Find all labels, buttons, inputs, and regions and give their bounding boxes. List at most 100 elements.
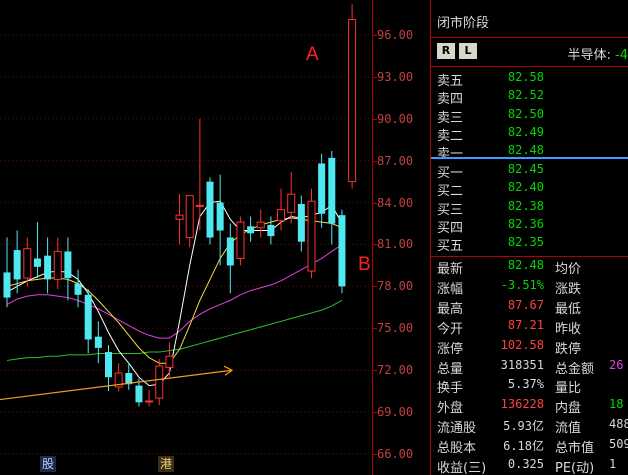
candle xyxy=(185,195,194,248)
order-book-row[interactable]: 卖五 82.58 xyxy=(431,70,628,89)
order-level-label: 买二 xyxy=(437,184,464,200)
ma10-line xyxy=(6,217,343,364)
candle xyxy=(44,237,52,294)
candle-body xyxy=(318,163,326,214)
candle-body xyxy=(84,294,92,340)
stat-value: -3.51% xyxy=(500,277,544,292)
ma5-line xyxy=(6,200,343,387)
order-book-row[interactable]: 买二 82.40 xyxy=(431,180,628,200)
axis-tick-label: 87.00 xyxy=(377,153,414,168)
candle xyxy=(155,359,164,406)
bottom-tag-hk[interactable]: 港 xyxy=(158,456,175,472)
stat-label: PE(动) xyxy=(555,461,595,475)
divider xyxy=(431,37,628,38)
order-book-row[interactable]: 买四 82.36 xyxy=(431,217,628,236)
candle xyxy=(236,216,245,266)
stat-label: 总市值 xyxy=(555,441,595,457)
candle-body xyxy=(3,272,11,298)
candlestick-chart[interactable] xyxy=(0,0,372,475)
stat-row: 总股本 6.18亿 总市值 509 xyxy=(431,437,628,457)
candle xyxy=(318,153,326,228)
candle xyxy=(297,195,305,252)
stat-value: 82.48 xyxy=(507,258,544,272)
candle xyxy=(267,216,275,245)
order-level-price: 82.38 xyxy=(507,198,544,213)
axis-tick-label: 75.00 xyxy=(377,321,414,336)
stat-value: 6.18亿 xyxy=(503,439,544,454)
axis-tick-label: 90.00 xyxy=(377,111,414,126)
stat-label: 均价 xyxy=(555,262,582,277)
order-book-row[interactable]: 买一 82.45 xyxy=(431,162,628,181)
candle-body xyxy=(297,203,305,242)
stat-row: 总量 318351 总金额 26 xyxy=(431,357,628,377)
stat-label: 涨停 xyxy=(437,341,464,357)
candle xyxy=(64,237,72,301)
order-level-price: 82.48 xyxy=(507,143,544,158)
sector-indicator[interactable]: 半导体: -4 xyxy=(568,44,628,63)
candle xyxy=(287,171,296,224)
stat-label: 总量 xyxy=(437,361,464,377)
axis-tick-label: 69.00 xyxy=(377,405,414,420)
stat-row: 换手 5.37% 量比 xyxy=(431,377,628,396)
order-level-label: 卖四 xyxy=(437,92,464,108)
candle xyxy=(338,209,346,294)
candle-body xyxy=(287,193,296,213)
bottom-tag-a-share[interactable]: 股 xyxy=(40,456,57,472)
order-book-row[interactable]: 卖二 82.49 xyxy=(431,124,628,144)
moving-average-lines xyxy=(6,200,343,387)
candle-body xyxy=(165,355,174,368)
order-level-label: 卖五 xyxy=(437,74,464,89)
stat-value: 5.93亿 xyxy=(503,419,544,434)
candle xyxy=(226,223,234,294)
candle xyxy=(33,222,41,279)
l-button[interactable]: L xyxy=(459,43,477,59)
stat-label: 今开 xyxy=(437,321,464,337)
axis-tick-mark xyxy=(373,412,377,414)
order-level-label: 买三 xyxy=(437,202,464,218)
order-book-row[interactable]: 买五 82.35 xyxy=(431,235,628,254)
candle-body xyxy=(338,215,346,287)
last-price-line xyxy=(431,157,628,159)
candle-body xyxy=(206,181,214,238)
stat-label: 总股本 xyxy=(437,441,477,457)
stat-row: 最高 87.67 最低 xyxy=(431,297,628,317)
candles-group xyxy=(3,4,357,407)
candle xyxy=(114,363,123,392)
stat-label: 外盘 xyxy=(437,401,464,417)
order-book-row[interactable]: 买三 82.38 xyxy=(431,198,628,218)
candle-body xyxy=(155,365,164,399)
candle-body xyxy=(226,237,234,266)
order-level-price: 82.35 xyxy=(507,235,544,250)
candle xyxy=(175,194,184,245)
candle-body xyxy=(348,19,357,183)
candle xyxy=(206,177,214,245)
candle xyxy=(328,150,336,245)
axis-tick-mark xyxy=(373,160,377,162)
r-button[interactable]: R xyxy=(437,43,455,59)
stat-value: 5.37% xyxy=(507,377,544,392)
stat-value: 26 xyxy=(609,357,624,372)
stat-value: 488 xyxy=(609,417,628,432)
stat-value: 509 xyxy=(609,437,628,452)
order-level-price: 82.49 xyxy=(507,124,544,139)
stat-value: 87.67 xyxy=(507,297,544,312)
stat-label: 内盘 xyxy=(555,401,582,417)
order-level-price: 82.45 xyxy=(507,162,544,176)
axis-tick-mark xyxy=(373,34,377,36)
candle xyxy=(145,389,154,407)
axis-tick-label: 84.00 xyxy=(377,195,414,210)
axis-tick-label: 66.00 xyxy=(377,447,414,462)
order-book-row[interactable]: 卖四 82.52 xyxy=(431,88,628,108)
candle-body xyxy=(247,226,255,234)
candle-body xyxy=(145,400,154,403)
axis-tick-mark xyxy=(373,454,377,456)
candle-body xyxy=(13,250,21,280)
order-book-row[interactable]: 卖三 82.50 xyxy=(431,107,628,126)
axis-tick-mark xyxy=(373,328,377,330)
stat-value: 136228 xyxy=(500,397,544,412)
candle xyxy=(348,4,357,189)
stat-row: 今开 87.21 昨收 xyxy=(431,318,628,337)
candle xyxy=(256,209,265,238)
stat-label: 收益(三) xyxy=(437,461,487,475)
stat-row: 最新 82.48 均价 xyxy=(431,258,628,277)
